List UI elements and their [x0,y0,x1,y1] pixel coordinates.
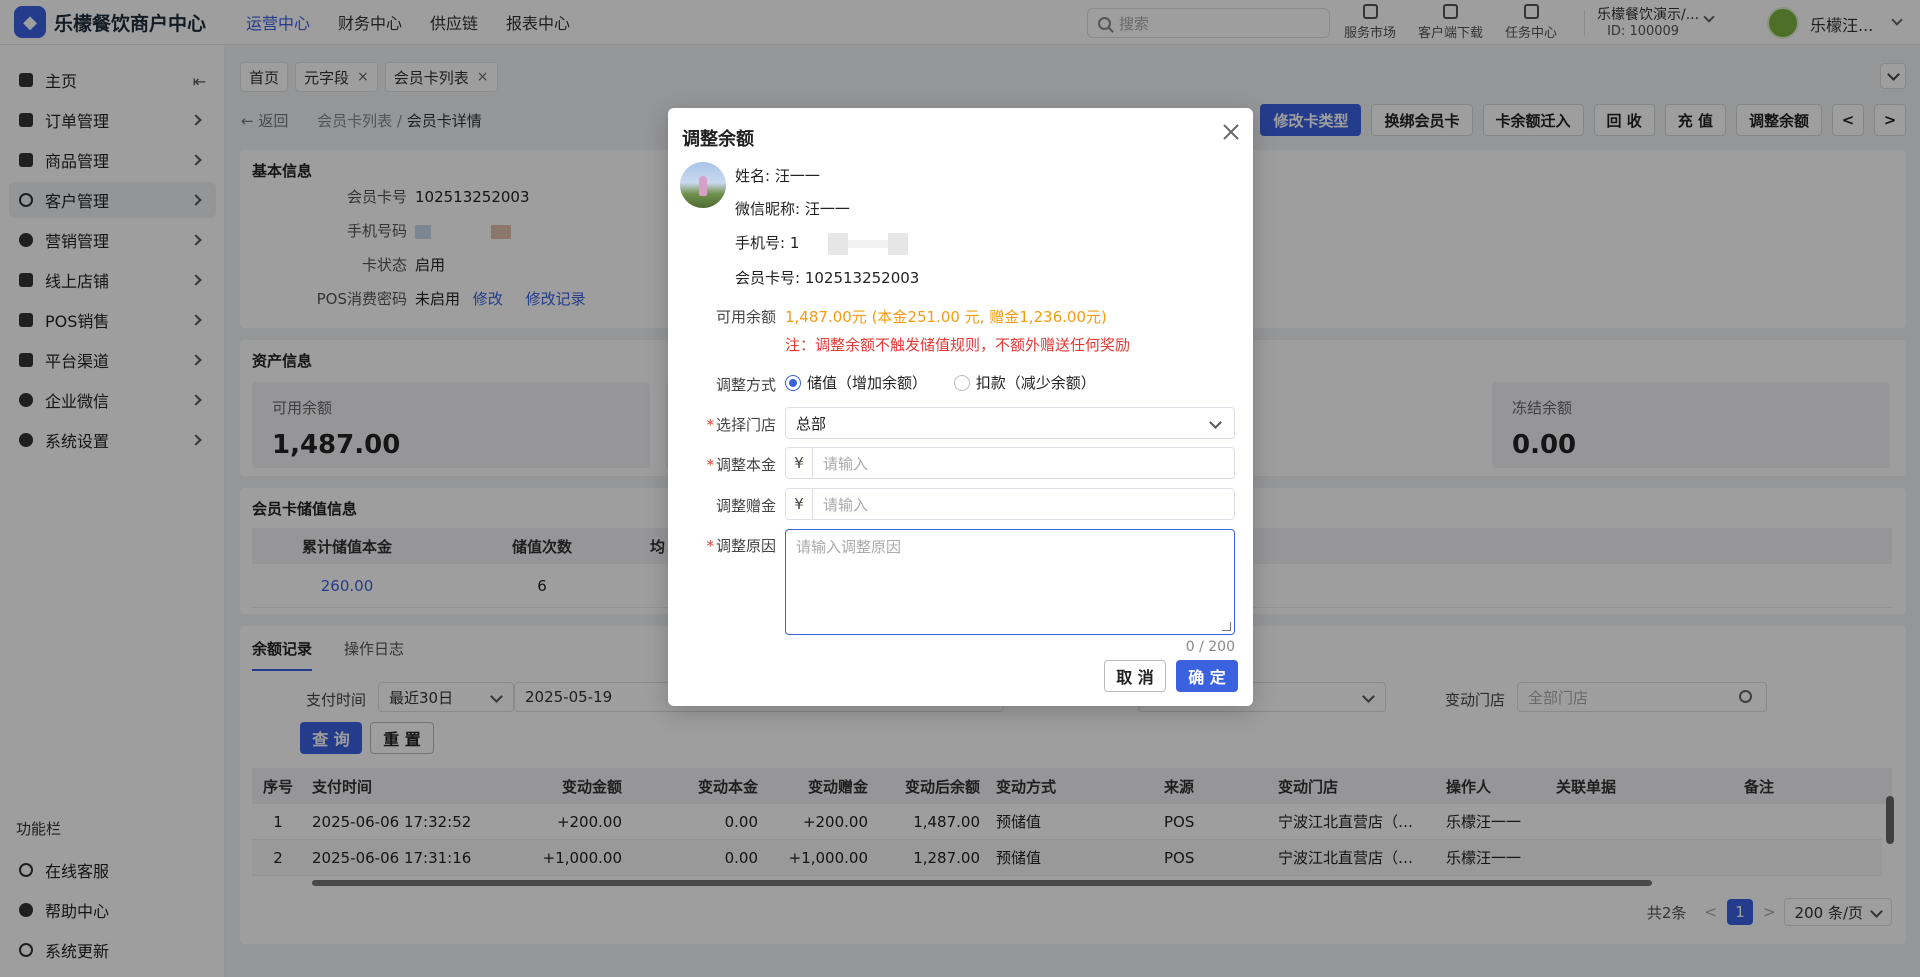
member-phone-text: 手机号: 1 [735,234,800,252]
member-card-no: 会员卡号: 102513252003 [735,269,920,287]
avatar [680,162,726,208]
method-add-radio[interactable]: 储值（增加余额） [785,372,927,393]
radio-checked-icon [785,374,801,391]
available-label: 可用余额 [715,308,776,326]
store-select[interactable]: 总部 [785,407,1235,439]
required-mark: * [706,416,714,434]
label-text: 选择门店 [715,416,776,434]
close-icon[interactable] [1221,122,1241,142]
label-text: 调整原因 [715,537,776,555]
reason-textarea[interactable]: 请输入调整原因 [785,529,1235,635]
gift-input[interactable]: ¥ 请输入 [785,488,1235,520]
store-value: 总部 [796,414,827,433]
input-placeholder: 请输入 [823,454,869,473]
required-mark: * [706,456,714,474]
principal-label: * 调整本金 [668,454,776,475]
label-text: 调整本金 [715,456,776,474]
char-counter: 0 / 200 [1185,639,1235,655]
modal-title: 调整余额 [682,129,754,150]
adjust-balance-modal: 调整余额 姓名: 汪一一 微信昵称: 汪一一 手机号: 1 会员卡号: 1025… [668,108,1253,706]
member-wechat: 微信昵称: 汪一一 [735,200,850,218]
member-name: 姓名: 汪一一 [735,167,820,185]
currency-prefix: ¥ [786,489,813,519]
store-label: * 选择门店 [668,414,776,435]
cancel-button[interactable]: 取 消 [1104,660,1166,692]
principal-input[interactable]: ¥ 请输入 [785,447,1235,479]
method-subtract-radio[interactable]: 扣款（减少余额） [953,372,1096,393]
gift-label: 调整赠金 [715,497,776,515]
radio-unchecked-icon [953,374,970,391]
adjust-note: 注：调整余额不触发储值规则，不额外赠送任何奖励 [785,336,1131,354]
input-placeholder: 请输入 [823,495,869,514]
required-mark: * [706,537,714,555]
masked-value [848,239,889,248]
masked-value [888,232,909,255]
member-phone: 手机号: 1 [735,232,909,255]
available-value: 1,487.00元 (本金251.00 元, 赠金1,236.00元) [785,308,1107,326]
method-label: 调整方式 [715,376,776,394]
confirm-button[interactable]: 确 定 [1176,660,1238,692]
textarea-placeholder: 请输入调整原因 [796,538,902,556]
masked-value [828,232,849,255]
radio-label: 储值（增加余额） [807,374,928,392]
radio-label: 扣款（减少余额） [975,374,1096,392]
reason-label: * 调整原因 [668,535,776,556]
method-radio-group: 储值（增加余额） 扣款（减少余额） [785,372,1118,395]
currency-prefix: ¥ [786,448,813,478]
